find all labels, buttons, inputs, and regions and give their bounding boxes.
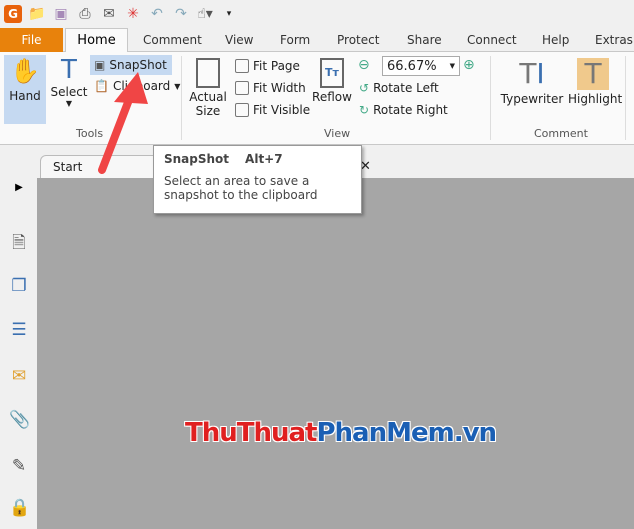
tab-connect[interactable]: Connect: [467, 28, 517, 52]
tab-help[interactable]: Help: [542, 28, 569, 52]
save-icon[interactable]: ▣: [52, 5, 70, 23]
zoom-select[interactable]: 66.67% ▼: [382, 56, 460, 76]
chevron-down-icon: ▼: [449, 62, 455, 70]
reflow-icon: Tт: [320, 58, 344, 88]
tab-home[interactable]: Home: [65, 28, 128, 53]
fit-page-icon: [235, 59, 249, 73]
actual-size-button[interactable]: Actual Size: [188, 58, 228, 118]
highlight-button[interactable]: T Highlight: [568, 58, 622, 107]
fit-width-icon: [235, 81, 249, 95]
ribbon-tabs: File Home Comment View Form Protect Shar…: [0, 28, 634, 53]
expand-panel-icon[interactable]: ▶: [9, 182, 29, 202]
layers-icon[interactable]: ☰: [9, 320, 29, 340]
select-text-icon: T: [61, 55, 77, 85]
hand-icon: ✋: [10, 57, 40, 85]
divider: [181, 56, 182, 140]
page-icon: [196, 58, 220, 88]
undo-icon[interactable]: ↶: [148, 5, 166, 23]
divider: [490, 56, 491, 140]
pages-icon[interactable]: 🗎: [9, 230, 29, 253]
tab-share[interactable]: Share: [407, 28, 442, 52]
group-label-comment: Comment: [534, 127, 588, 140]
open-folder-icon[interactable]: 📁: [28, 5, 46, 23]
chevron-down-icon: ▼: [174, 81, 181, 91]
hand-dropdown-icon[interactable]: ☝▾: [196, 5, 214, 23]
rotate-left-button[interactable]: ↺ Rotate Left: [359, 81, 439, 95]
watermark: ThuThuatPhanMem.vn: [185, 418, 497, 448]
group-label-view: View: [324, 127, 351, 140]
document-area[interactable]: [37, 178, 634, 529]
redo-icon[interactable]: ↷: [172, 5, 190, 23]
thumbnails-icon[interactable]: ❐: [9, 276, 29, 296]
tab-view[interactable]: View: [225, 28, 253, 52]
fit-page-button[interactable]: Fit Page: [235, 59, 300, 73]
reflow-button[interactable]: Tт Reflow: [312, 58, 352, 104]
hand-button[interactable]: ✋ Hand: [4, 55, 46, 124]
new-document-icon[interactable]: ✳: [124, 5, 142, 23]
rotate-right-icon: ↻: [359, 103, 370, 117]
customize-toolbar-icon[interactable]: ▾: [220, 5, 238, 23]
print-icon[interactable]: ⎙: [76, 5, 94, 23]
attachment-icon[interactable]: 📎: [9, 410, 30, 430]
highlight-icon: T: [577, 58, 609, 90]
quick-access-toolbar: G 📁 ▣ ⎙ ✉ ✳ ↶ ↷ ☝▾ ▾: [0, 0, 634, 28]
zoom-in-icon[interactable]: ⊕: [463, 57, 475, 73]
divider: [625, 56, 626, 140]
foxit-logo-icon: G: [4, 5, 22, 23]
rotate-left-icon: ↺: [359, 81, 370, 95]
email-icon[interactable]: ✉: [100, 5, 118, 23]
comments-icon[interactable]: ✉: [9, 366, 29, 386]
tab-file[interactable]: File: [0, 28, 63, 52]
tab-protect[interactable]: Protect: [337, 28, 379, 52]
signature-icon[interactable]: ✎: [9, 456, 29, 476]
zoom-out-icon[interactable]: ⊖: [358, 57, 370, 73]
tab-comment[interactable]: Comment: [143, 28, 202, 52]
rotate-right-button[interactable]: ↻ Rotate Right: [359, 103, 448, 117]
snapshot-tooltip: SnapShot Alt+7 Select an area to save a s…: [153, 145, 362, 214]
lock-icon[interactable]: 🔒: [9, 498, 30, 518]
typewriter-icon: TI: [519, 57, 545, 90]
tab-extras[interactable]: Extras: [595, 28, 633, 52]
chevron-down-icon: ▼: [65, 99, 73, 108]
fit-visible-button[interactable]: Fit Visible: [235, 103, 310, 117]
left-navigation-panel: ▶ 🗎 ❐ ☰ ✉ 📎 ✎ 🔒: [0, 178, 37, 529]
fit-width-button[interactable]: Fit Width: [235, 81, 306, 95]
typewriter-button[interactable]: TI Typewriter: [500, 57, 564, 107]
select-button[interactable]: T Select ▼: [50, 55, 88, 124]
fit-visible-icon: [235, 103, 249, 117]
tab-form[interactable]: Form: [280, 28, 310, 52]
